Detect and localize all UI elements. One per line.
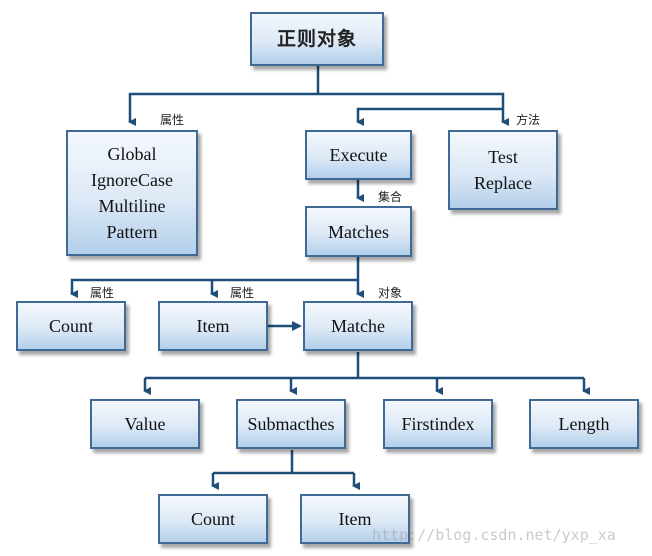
matches-node: Matches (305, 206, 412, 257)
properties-node: Global IgnoreCase Multiline Pattern (66, 130, 198, 256)
property-multiline: Multiline (98, 196, 166, 216)
matche-label: Matche (331, 316, 385, 336)
execute-node: Execute (305, 130, 412, 180)
firstindex-label: Firstindex (401, 414, 475, 434)
sub-count-node: Count (158, 494, 268, 544)
method-test: Test (488, 147, 518, 167)
connector-matches-count (70, 278, 358, 298)
submatches-node: Submacthes (236, 399, 346, 449)
connector-root-execute (356, 107, 503, 126)
root-label: 正则对象 (276, 28, 357, 50)
connectors (70, 66, 590, 490)
sub-count-label: Count (190, 509, 235, 529)
watermark: http://blog.csdn.net/yxp_xa (372, 526, 616, 544)
matche-node: Matche (303, 301, 413, 351)
object-edge-label: 对象 (378, 286, 403, 300)
submatches-label: Submacthes (247, 414, 335, 434)
root-node: 正则对象 (250, 12, 384, 66)
count-edge-label: 属性 (90, 286, 115, 300)
sub-item-label: Item (338, 509, 372, 529)
matches-label: Matches (328, 221, 389, 242)
property-global: Global (107, 144, 157, 164)
methods-edge-label: 方法 (516, 113, 541, 127)
method-replace: Replace (474, 173, 532, 193)
connector-root-properties (128, 92, 318, 126)
execute-label: Execute (329, 145, 388, 165)
length-label: Length (558, 414, 610, 434)
firstindex-node: Firstindex (383, 399, 493, 449)
methods-node: Test Replace (448, 130, 558, 210)
property-pattern: Pattern (106, 222, 158, 242)
properties-edge-label: 属性 (160, 113, 185, 127)
count-node: Count (16, 301, 126, 351)
item-node: Item (158, 301, 268, 351)
count-label: Count (48, 316, 93, 336)
value-label: Value (124, 414, 166, 434)
value-node: Value (90, 399, 200, 449)
item-edge-label: 属性 (230, 286, 255, 300)
item-label: Item (196, 316, 230, 336)
property-ignorecase: IgnoreCase (91, 170, 173, 190)
length-node: Length (529, 399, 639, 449)
collection-edge-label: 集合 (378, 190, 403, 204)
